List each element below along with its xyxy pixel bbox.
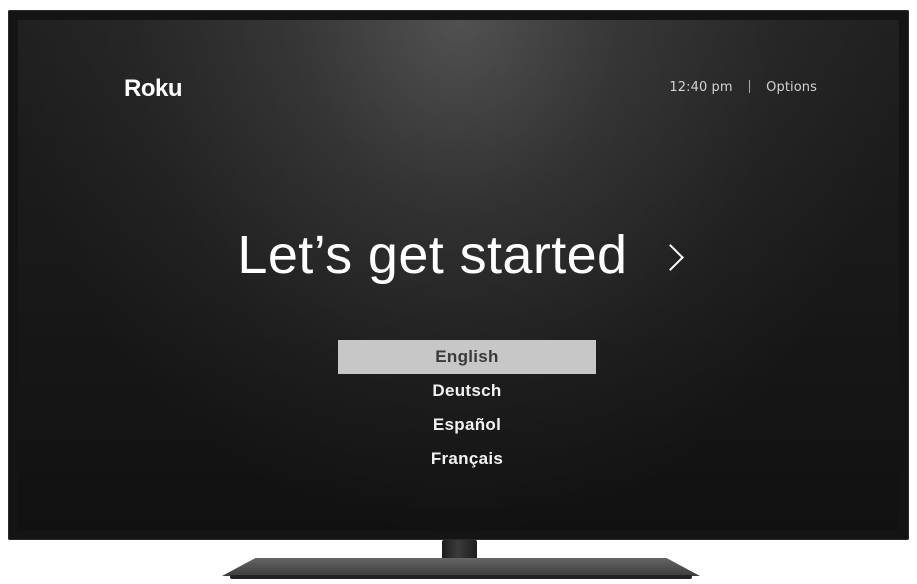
options-button[interactable]: Options bbox=[766, 80, 817, 95]
tv-stand-base bbox=[222, 558, 700, 576]
topbar-separator bbox=[748, 80, 750, 93]
tv-frame: Roku 12:40 pm Options Let’s get started … bbox=[8, 10, 909, 540]
language-option-espanol[interactable]: Español bbox=[338, 408, 596, 442]
setup-title-row: Let’s get started bbox=[18, 224, 899, 304]
language-option-english[interactable]: English bbox=[338, 340, 596, 374]
tv-stand-shadow bbox=[230, 575, 692, 579]
tv-screen: Roku 12:40 pm Options Let’s get started … bbox=[18, 20, 899, 530]
top-status-bar: 12:40 pm Options bbox=[669, 80, 817, 95]
language-option-deutsch[interactable]: Deutsch bbox=[338, 374, 596, 408]
roku-tv: Roku 12:40 pm Options Let’s get started … bbox=[0, 0, 917, 584]
chevron-right-icon[interactable] bbox=[656, 243, 684, 271]
page-title: Let’s get started bbox=[237, 225, 628, 285]
clock-time: 12:40 pm bbox=[669, 80, 733, 95]
language-list: English Deutsch Español Français bbox=[338, 340, 596, 476]
language-option-francais[interactable]: Français bbox=[338, 442, 596, 476]
roku-logo: Roku bbox=[124, 75, 183, 102]
